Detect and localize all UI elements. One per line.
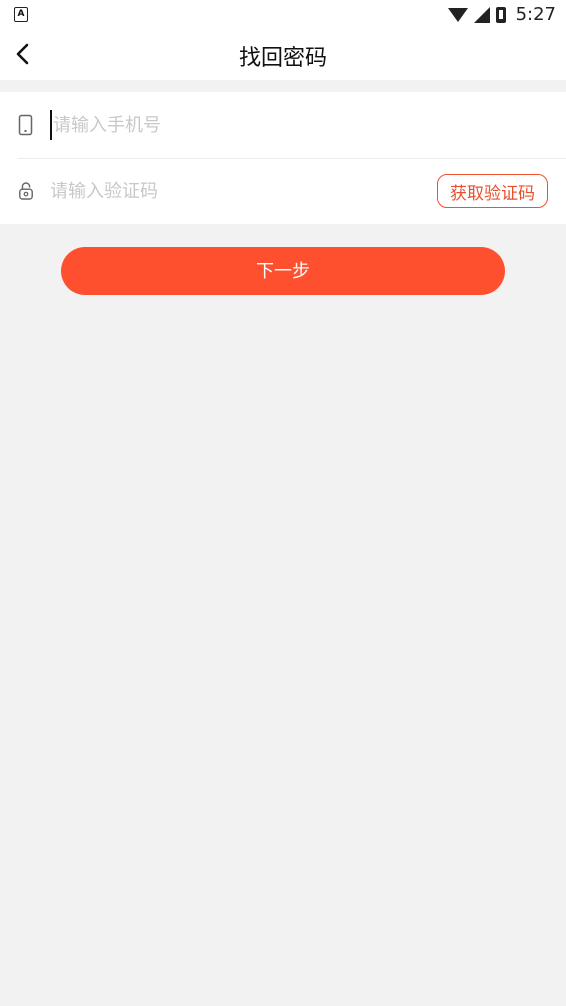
header-divider xyxy=(0,80,566,92)
wifi-icon xyxy=(447,7,468,22)
phone-icon xyxy=(18,114,34,136)
status-time: 5:27 xyxy=(515,4,556,25)
status-bar: A 5:27 xyxy=(0,0,566,30)
form-card: 获取验证码 xyxy=(0,92,566,224)
signal-icon xyxy=(473,6,490,23)
get-code-button[interactable]: 获取验证码 xyxy=(437,174,548,208)
status-icons: 5:27 xyxy=(447,4,556,25)
notification-icon: A xyxy=(14,7,28,22)
code-row: 获取验证码 xyxy=(0,158,566,224)
next-button[interactable]: 下一步 xyxy=(61,247,505,295)
lock-icon xyxy=(18,180,34,202)
phone-input[interactable] xyxy=(50,110,353,140)
code-input[interactable] xyxy=(50,176,350,206)
battery-icon xyxy=(495,6,506,23)
app-header: 找回密码 xyxy=(0,30,566,80)
page-title: 找回密码 xyxy=(238,46,327,71)
phone-row xyxy=(0,92,566,158)
